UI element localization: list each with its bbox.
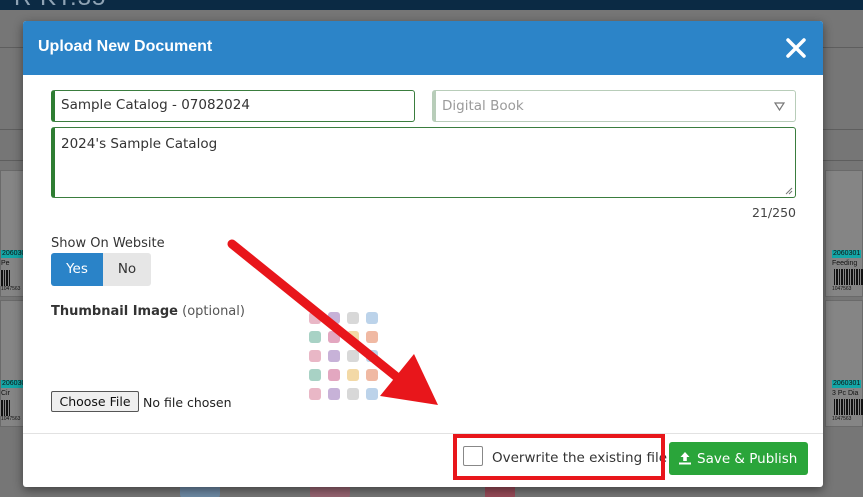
no-file-chosen-text: No file chosen bbox=[143, 395, 232, 410]
thumbnail-mosaic-tile bbox=[328, 388, 340, 400]
background-product-code: 1047563 bbox=[832, 286, 852, 292]
background-product-name: Pe bbox=[1, 260, 10, 267]
background-barcode bbox=[0, 400, 10, 416]
thumbnail-mosaic-tile bbox=[309, 388, 321, 400]
thumbnail-image-label: Thumbnail Image (optional) bbox=[51, 304, 245, 319]
thumbnail-mosaic-tile bbox=[347, 369, 359, 381]
thumbnail-mosaic-tile bbox=[347, 312, 359, 324]
document-type-select[interactable]: Digital Book bbox=[432, 90, 796, 122]
show-on-website-no-button[interactable]: No bbox=[103, 253, 151, 286]
modal-title: Upload New Document bbox=[38, 38, 213, 55]
overwrite-existing-file-checkbox[interactable] bbox=[463, 446, 483, 466]
thumbnail-mosaic-tile bbox=[366, 388, 378, 400]
upload-document-modal: Upload New Document Sample Catalog - 070… bbox=[23, 21, 823, 487]
background-product-name: Feeding bbox=[832, 260, 858, 267]
character-counter: 21/250 bbox=[752, 205, 796, 220]
thumbnail-mosaic-tile bbox=[328, 369, 340, 381]
thumbnail-mosaic-tile bbox=[366, 350, 378, 362]
background-barcode bbox=[0, 270, 10, 286]
close-icon bbox=[786, 38, 806, 58]
background-app-title: R KT.35 bbox=[14, 0, 106, 12]
close-button[interactable] bbox=[783, 35, 809, 61]
background-product-code: 1047563 bbox=[832, 416, 852, 422]
thumbnail-mosaic-tile bbox=[309, 369, 321, 381]
thumbnail-mosaic-tile bbox=[309, 350, 321, 362]
thumbnail-mosaic-tile bbox=[366, 369, 378, 381]
save-and-publish-button[interactable]: Save & Publish bbox=[669, 442, 808, 475]
chevron-down-icon bbox=[774, 102, 785, 112]
thumbnail-mosaic-tile bbox=[347, 331, 359, 343]
thumbnail-mosaic-tile bbox=[309, 331, 321, 343]
thumbnail-mosaic-tile bbox=[366, 312, 378, 324]
document-title-input[interactable]: Sample Catalog - 07082024 bbox=[51, 90, 415, 122]
background-product-name: Cir bbox=[1, 390, 10, 397]
background-sku-tag: 2060301 bbox=[832, 380, 862, 388]
thumbnail-mosaic-tile bbox=[328, 331, 340, 343]
background-barcode bbox=[834, 269, 863, 285]
thumbnail-mosaic-tile bbox=[347, 388, 359, 400]
background-topbar bbox=[0, 0, 863, 10]
thumbnail-label-text: Thumbnail Image bbox=[51, 304, 178, 319]
choose-file-button[interactable]: Choose File bbox=[51, 391, 139, 412]
background-barcode bbox=[834, 399, 863, 415]
thumbnail-mosaic-tile bbox=[328, 312, 340, 324]
thumbnail-mosaic-tile bbox=[328, 350, 340, 362]
document-type-placeholder: Digital Book bbox=[442, 98, 524, 114]
background-product-code: 1047563 bbox=[1, 416, 21, 422]
save-and-publish-label: Save & Publish bbox=[697, 451, 798, 467]
thumbnail-optional-text: (optional) bbox=[182, 304, 245, 319]
upload-icon bbox=[679, 452, 691, 465]
background-sku-tag: 2060301 bbox=[832, 250, 862, 258]
overwrite-existing-file-label[interactable]: Overwrite the existing file bbox=[492, 450, 667, 466]
background-product-name: 3 Pc Dia bbox=[832, 390, 859, 397]
document-title-value: Sample Catalog - 07082024 bbox=[61, 97, 250, 113]
description-value: 2024's Sample Catalog bbox=[61, 136, 218, 152]
description-textarea[interactable]: 2024's Sample Catalog bbox=[51, 127, 796, 198]
modal-footer-divider bbox=[23, 433, 823, 434]
thumbnail-mosaic-tile bbox=[347, 350, 359, 362]
thumbnail-mosaic-tile bbox=[309, 312, 321, 324]
show-on-website-yes-button[interactable]: Yes bbox=[51, 253, 103, 286]
thumbnail-preview-image bbox=[306, 309, 382, 405]
thumbnail-mosaic-tile bbox=[366, 331, 378, 343]
resize-grip-icon[interactable] bbox=[785, 187, 793, 195]
show-on-website-label: Show On Website bbox=[51, 236, 165, 251]
modal-header: Upload New Document bbox=[23, 21, 823, 75]
background-product-code: 1047563 bbox=[1, 286, 21, 292]
